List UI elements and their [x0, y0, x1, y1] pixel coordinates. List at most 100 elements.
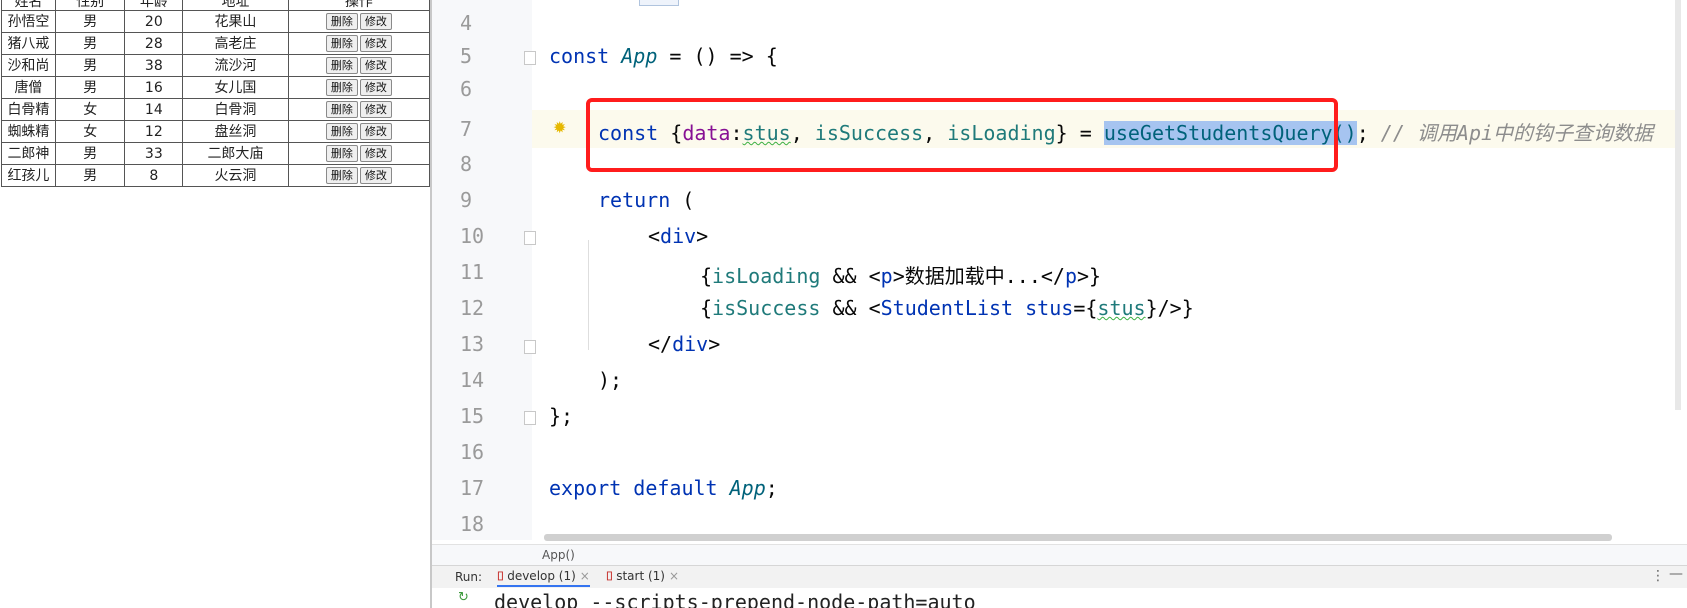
delete-button[interactable]: 删除: [325, 35, 358, 52]
npm-icon: ⌷: [497, 569, 505, 583]
edit-button[interactable]: 修改: [359, 57, 392, 74]
token-arrow: = () => {: [657, 44, 778, 68]
cell-age: 28: [124, 32, 184, 55]
token-semi: ;: [1356, 121, 1369, 145]
code-line-15[interactable]: };: [549, 404, 573, 428]
cell-name: 孙悟空: [1, 10, 56, 33]
cell-actions: 删除 修改: [287, 98, 431, 121]
delete-button[interactable]: 删除: [325, 123, 358, 140]
code-comment: // 调用Api中的钩子查询数据: [1368, 121, 1654, 145]
cell-age: 33: [124, 142, 184, 165]
edit-button[interactable]: 修改: [359, 35, 392, 52]
lightbulb-icon[interactable]: ✹: [553, 118, 566, 137]
cell-gender: 女: [54, 120, 126, 143]
delete-button[interactable]: 删除: [325, 101, 358, 118]
cell-address: 流沙河: [182, 54, 289, 77]
token-close-lt: </: [1040, 264, 1065, 288]
cell-gender: 男: [54, 164, 126, 187]
table-row: 白骨精女 14 白骨洞 删除 修改: [1, 98, 431, 121]
cell-address: 二郎大庙: [182, 142, 289, 165]
header-gender: 性别: [54, 0, 126, 11]
tag-studentlist: StudentList: [880, 296, 1014, 320]
breadcrumb-item[interactable]: App(): [542, 548, 575, 562]
close-icon[interactable]: ×: [580, 569, 590, 583]
code-line-14[interactable]: );: [598, 368, 622, 392]
edit-button[interactable]: 修改: [359, 145, 392, 162]
table-row: 蜘蛛精女 12 盘丝洞 删除 修改: [1, 120, 431, 143]
fold-marker[interactable]: [524, 231, 536, 245]
keyword-default: default: [633, 476, 718, 500]
fold-marker[interactable]: [524, 340, 536, 354]
student-table: 姓名 性别 年龄 地址 操作 孙悟空男 20 花果山 删除 修改 猪八戒男 28 高老庄 删除…: [1, 0, 431, 187]
line-number: 17: [460, 476, 485, 500]
fold-marker[interactable]: [524, 411, 536, 425]
cell-name: 白骨精: [1, 98, 56, 121]
line-number: 14: [460, 368, 485, 392]
edit-button[interactable]: 修改: [359, 167, 392, 184]
cell-actions: 删除 修改: [287, 76, 431, 99]
cell-name: 沙和尚: [1, 54, 56, 77]
breadcrumb: App(): [432, 544, 1687, 565]
browser-pane: 姓名 性别 年龄 地址 操作 孙悟空男 20 花果山 删除 修改 猪八戒男 28 高老庄 删除…: [0, 0, 431, 608]
code-line-13[interactable]: </div>: [648, 332, 720, 356]
code-line-12[interactable]: {isSuccess && <StudentList stus={stus}/>…: [700, 296, 1194, 320]
line-number: 15: [460, 404, 485, 428]
horizontal-scrollbar[interactable]: [544, 534, 1612, 541]
identifier-app: App: [729, 476, 766, 500]
code-line-5[interactable]: const App = () => {: [549, 44, 778, 68]
delete-button[interactable]: 删除: [325, 167, 358, 184]
cell-age: 8: [124, 164, 184, 187]
fold-marker[interactable]: [524, 51, 536, 65]
token-func-close: };: [549, 404, 574, 428]
token-gt: >: [696, 224, 709, 248]
cell-age: 20: [124, 10, 184, 33]
token-gt: >: [708, 332, 721, 356]
code-line-11[interactable]: {isLoading && <p>数据加载中...</p>}: [700, 260, 1101, 289]
rerun-icon[interactable]: ↻: [458, 590, 469, 605]
cell-address: 高老庄: [182, 32, 289, 55]
code-line-10[interactable]: <div>: [648, 224, 708, 248]
delete-button[interactable]: 删除: [325, 79, 358, 96]
run-tab-label: develop (1): [507, 569, 576, 583]
npm-icon: ⌷: [606, 569, 614, 583]
edit-button[interactable]: 修改: [359, 101, 392, 118]
delete-button[interactable]: 删除: [325, 145, 358, 162]
more-options-icon[interactable]: ⋮: [1651, 568, 1665, 584]
table-row: 红孩儿男 8 火云洞 删除 修改: [1, 164, 431, 187]
delete-button[interactable]: 删除: [325, 13, 358, 30]
tag-div: div: [672, 332, 709, 356]
line-number: 4: [460, 11, 473, 35]
table-row: 唐僧男 16 女儿国 删除 修改: [1, 76, 431, 99]
token-close-lt: </: [648, 332, 673, 356]
cell-actions: 删除 修改: [287, 120, 431, 143]
close-icon[interactable]: ×: [669, 569, 679, 583]
tag-p: p: [1064, 264, 1077, 288]
run-toolbar: Run: ⌷ develop (1) × ⌷ start (1) × ⋮ —: [432, 565, 1687, 588]
line-number: 12: [460, 296, 485, 320]
token-lt: <: [868, 264, 881, 288]
run-tab-develop[interactable]: ⌷ develop (1) ×: [497, 569, 590, 587]
code-line-9[interactable]: return (: [598, 188, 694, 212]
token-and: &&: [820, 264, 869, 288]
header-actions: 操作: [287, 0, 431, 11]
run-tab-label: start (1): [616, 569, 665, 583]
run-tab-start[interactable]: ⌷ start (1) ×: [606, 569, 679, 584]
line-number: 7: [460, 117, 473, 141]
code-line-17[interactable]: export default App;: [549, 476, 778, 500]
cell-gender: 男: [54, 10, 126, 33]
delete-button[interactable]: 删除: [325, 57, 358, 74]
cell-gender: 男: [54, 54, 126, 77]
line-number: 8: [460, 152, 473, 176]
cell-age: 38: [124, 54, 184, 77]
var-stus: stus: [1097, 296, 1146, 320]
edit-button[interactable]: 修改: [359, 79, 392, 96]
vertical-scrollbar[interactable]: [1675, 0, 1681, 410]
line-number: 11: [460, 260, 485, 284]
cell-name: 二郎神: [1, 142, 56, 165]
token-paren-close: );: [598, 368, 623, 392]
run-console[interactable]: ↻ develop --scripts-prepend-node-path=au…: [432, 588, 1687, 608]
edit-button[interactable]: 修改: [359, 123, 392, 140]
minimize-icon[interactable]: —: [1669, 566, 1683, 582]
edit-button[interactable]: 修改: [359, 13, 392, 30]
cell-gender: 女: [54, 98, 126, 121]
